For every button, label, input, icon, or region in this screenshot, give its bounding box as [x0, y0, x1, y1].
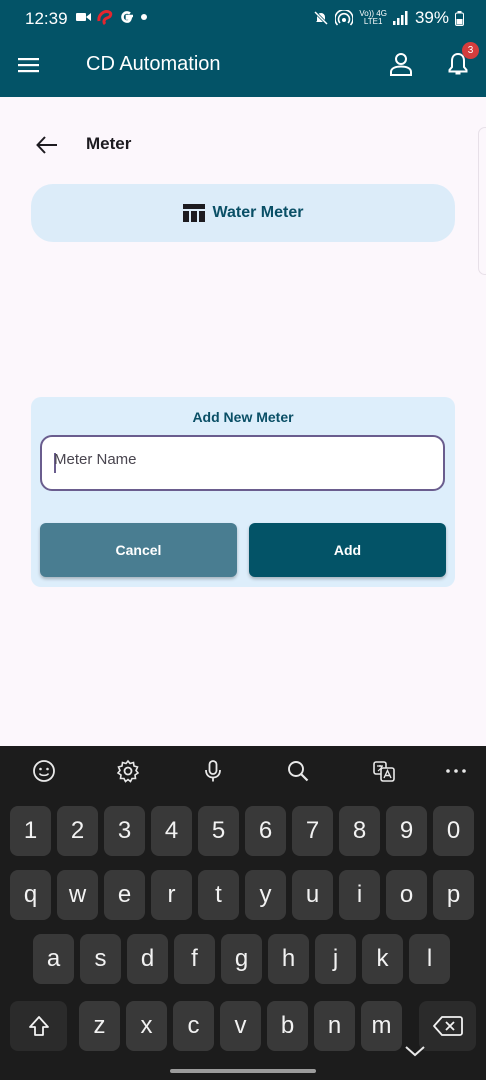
key-0[interactable]: 0 [433, 806, 474, 856]
key-2[interactable]: 2 [57, 806, 98, 856]
add-button[interactable]: Add [249, 523, 446, 577]
mute-icon [314, 10, 329, 26]
key-g[interactable]: g [221, 934, 262, 984]
backspace-icon [432, 1016, 463, 1036]
google-icon [121, 11, 133, 23]
key-n[interactable]: n [314, 1001, 355, 1051]
key-p[interactable]: p [433, 870, 474, 920]
key-c[interactable]: c [173, 1001, 214, 1051]
key-9[interactable]: 9 [386, 806, 427, 856]
status-right-icons: Vo)) 4G LTE1 39% [313, 8, 464, 28]
key-o[interactable]: o [386, 870, 427, 920]
key-l[interactable]: l [409, 934, 450, 984]
key-a[interactable]: a [33, 934, 74, 984]
battery-percent: 39% [414, 8, 449, 27]
key-i[interactable]: i [339, 870, 380, 920]
key-t[interactable]: t [198, 870, 239, 920]
battery-charging-icon [455, 10, 464, 26]
key-5[interactable]: 5 [198, 806, 239, 856]
status-bar: 12:39 Vo)) 4G LTE1 39% [0, 0, 486, 36]
key-f[interactable]: f [174, 934, 215, 984]
key-j[interactable]: j [315, 934, 356, 984]
meter-type-tab[interactable]: Water Meter [31, 184, 455, 242]
key-d[interactable]: d [127, 934, 168, 984]
back-arrow-icon[interactable] [34, 132, 60, 158]
key-6[interactable]: 6 [245, 806, 286, 856]
key-4[interactable]: 4 [151, 806, 192, 856]
translate-icon[interactable] [370, 757, 398, 785]
page-title: Meter [86, 134, 132, 153]
side-panel-edge [478, 127, 486, 275]
meter-tab-label: Water Meter [212, 204, 304, 221]
network-type: Vo)) 4G LTE1 [359, 9, 387, 26]
status-left-icons [76, 9, 148, 25]
key-w[interactable]: w [57, 870, 98, 920]
table-icon [182, 204, 205, 222]
key-q[interactable]: q [10, 870, 51, 920]
key-x[interactable]: x [126, 1001, 167, 1051]
meter-name-field[interactable] [40, 435, 445, 491]
dot-icon [141, 14, 147, 20]
airtel-icon [97, 10, 113, 25]
key-u[interactable]: u [292, 870, 333, 920]
status-time: 12:39 [25, 9, 68, 28]
key-k[interactable]: k [362, 934, 403, 984]
key-h[interactable]: h [268, 934, 309, 984]
key-y[interactable]: y [245, 870, 286, 920]
key-b[interactable]: b [267, 1001, 308, 1051]
app-title: CD Automation [86, 53, 221, 75]
key-1[interactable]: 1 [10, 806, 51, 856]
keyboard: 1 2 3 4 5 6 7 8 9 0 q w e r t y u i o p … [0, 746, 486, 1080]
key-m[interactable]: m [361, 1001, 402, 1051]
microphone-icon[interactable] [199, 757, 227, 785]
key-s[interactable]: s [80, 934, 121, 984]
settings-icon[interactable] [114, 757, 142, 785]
more-icon[interactable] [442, 757, 470, 785]
shift-key[interactable] [10, 1001, 67, 1051]
search-icon[interactable] [284, 757, 312, 785]
menu-icon[interactable] [17, 53, 41, 77]
key-r[interactable]: r [151, 870, 192, 920]
signal-icon [392, 11, 408, 25]
key-e[interactable]: e [104, 870, 145, 920]
add-meter-card: Add New Meter Cancel Add [31, 397, 455, 587]
notification-badge: 3 [462, 42, 479, 59]
video-icon [76, 13, 91, 21]
add-meter-heading: Add New Meter [192, 409, 294, 425]
meter-name-input[interactable] [54, 451, 424, 468]
key-7[interactable]: 7 [292, 806, 333, 856]
navigation-handle[interactable] [170, 1069, 316, 1073]
hotspot-icon [335, 10, 354, 26]
shift-icon [28, 1016, 49, 1036]
key-z[interactable]: z [79, 1001, 120, 1051]
collapse-keyboard-icon[interactable] [403, 1041, 427, 1061]
key-3[interactable]: 3 [104, 806, 145, 856]
key-v[interactable]: v [220, 1001, 261, 1051]
emoji-icon[interactable] [30, 757, 58, 785]
key-8[interactable]: 8 [339, 806, 380, 856]
keyboard-toolbar [0, 746, 486, 796]
app-bar: CD Automation 3 [0, 36, 486, 97]
profile-icon[interactable] [388, 51, 414, 77]
cancel-button[interactable]: Cancel [40, 523, 237, 577]
backspace-key[interactable] [419, 1001, 476, 1051]
